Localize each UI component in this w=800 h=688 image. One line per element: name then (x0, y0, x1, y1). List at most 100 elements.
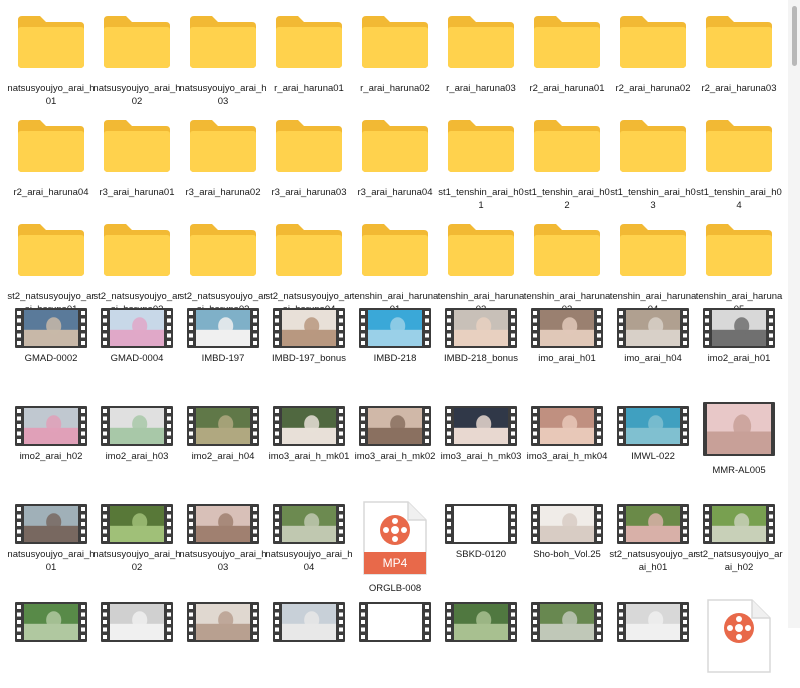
folder-item[interactable]: st2_natsusyoujyo_arai_haruna03 (179, 220, 267, 315)
folder-item[interactable]: natsusyoujyo_arai_h02 (93, 12, 181, 107)
folder-item[interactable]: tenshin_arai_haruna04 (610, 220, 696, 315)
file-item[interactable]: imo2_arai_h01 (696, 308, 782, 408)
folder-item[interactable]: st1_tenshin_arai_h02 (524, 116, 610, 211)
file-item[interactable] (438, 598, 524, 688)
folder-item[interactable]: tenshin_arai_haruna02 (438, 220, 524, 315)
file-name-label: SBKD-0120 (455, 549, 507, 560)
file-item[interactable]: imo_arai_h01 (524, 308, 610, 408)
file-item[interactable]: natsusyoujyo_arai_h04 (265, 500, 353, 590)
file-item[interactable]: imo2_arai_h02 (8, 402, 94, 492)
folder-icon (438, 12, 524, 70)
mp4-file-icon (696, 598, 782, 673)
folder-icon (266, 12, 352, 70)
scrollbar-thumb[interactable] (792, 6, 797, 66)
file-item[interactable]: imo2_arai_h03 (94, 402, 180, 492)
file-name-label: r_arai_haruna03 (446, 83, 516, 94)
folder-item[interactable]: r2_arai_haruna02 (610, 12, 696, 102)
file-item[interactable]: natsusyoujyo_arai_h03 (179, 500, 267, 590)
video-thumbnail-icon (180, 598, 266, 656)
folder-item[interactable]: r2_arai_haruna01 (524, 12, 610, 102)
file-item[interactable]: MP4 ORGLB-008 (352, 500, 438, 594)
file-name-label: GMAD-0002 (24, 353, 78, 364)
file-name-label: r_arai_haruna01 (274, 83, 344, 94)
file-item[interactable]: imo3_arai_h_mk03 (438, 402, 524, 492)
file-name-label: imo2_arai_h03 (105, 451, 169, 462)
file-name-label: r2_arai_haruna03 (701, 83, 777, 94)
file-item[interactable]: imo3_arai_h_mk04 (524, 402, 610, 492)
folder-item[interactable]: natsusyoujyo_arai_h01 (7, 12, 95, 107)
video-thumbnail-icon (610, 598, 696, 656)
file-item[interactable]: imo3_arai_h_mk01 (266, 402, 352, 492)
file-name-label: imo3_arai_h_mk01 (268, 451, 350, 462)
file-item[interactable]: GMAD-0004 (94, 308, 180, 408)
folder-item[interactable]: st1_tenshin_arai_h04 (696, 116, 782, 211)
file-item[interactable] (266, 598, 352, 688)
folder-item[interactable]: r2_arai_haruna03 (696, 12, 782, 102)
file-name-label: IMWL-022 (631, 451, 675, 462)
file-item[interactable] (8, 598, 94, 688)
folder-item[interactable]: tenshin_arai_haruna05 (696, 220, 782, 315)
folder-item[interactable]: tenshin_arai_haruna03 (524, 220, 610, 315)
file-item[interactable]: IMBD-197_bonus (266, 308, 352, 408)
file-item[interactable]: imo_arai_h04 (610, 308, 696, 408)
folder-item[interactable]: r_arai_haruna03 (438, 12, 524, 102)
folder-item[interactable]: r3_arai_haruna01 (94, 116, 180, 206)
folder-item[interactable]: st1_tenshin_arai_h03 (610, 116, 696, 211)
file-item[interactable] (610, 598, 696, 688)
file-item[interactable] (180, 598, 266, 688)
folder-item[interactable]: natsusyoujyo_arai_h03 (179, 12, 267, 107)
file-item[interactable]: SBKD-0120 (438, 500, 524, 590)
folder-icon (696, 12, 782, 70)
file-item[interactable]: st2_natsusyoujyo_arai_h02 (695, 500, 783, 590)
video-thumbnail-icon (438, 598, 524, 656)
folder-icon (180, 220, 266, 278)
folder-item[interactable]: st2_natsusyoujyo_arai_haruna01 (7, 220, 95, 315)
file-item[interactable]: natsusyoujyo_arai_h02 (93, 500, 181, 590)
folder-item[interactable]: r3_arai_haruna04 (352, 116, 438, 206)
file-item[interactable]: Sho-boh_Vol.25 (524, 500, 610, 590)
scrollbar-track[interactable] (788, 0, 800, 628)
file-name-label: IMBD-197_bonus (272, 353, 346, 364)
folder-item[interactable]: r3_arai_haruna03 (266, 116, 352, 206)
file-name-label: r2_arai_haruna02 (615, 83, 691, 94)
video-thumbnail-icon (266, 598, 352, 656)
file-item[interactable] (94, 598, 180, 688)
folder-icon (180, 116, 266, 174)
file-name-label: st2_natsusyoujyo_arai_h01 (609, 549, 697, 573)
folder-item[interactable]: st2_natsusyoujyo_arai_haruna04 (265, 220, 353, 315)
file-name-label: r2_arai_haruna04 (13, 187, 89, 198)
file-item[interactable]: IMBD-197 (180, 308, 266, 408)
folder-icon (610, 116, 696, 174)
folder-item[interactable]: tenshin_arai_haruna01 (352, 220, 438, 315)
file-item[interactable] (696, 598, 782, 688)
file-name-label: GMAD-0004 (110, 353, 164, 364)
mp4-badge: MP4 (382, 556, 408, 570)
file-name-label: r3_arai_haruna03 (271, 187, 347, 198)
file-item[interactable]: natsusyoujyo_arai_h01 (7, 500, 95, 590)
file-name-label: imo_arai_h01 (538, 353, 596, 364)
folder-item[interactable]: r_arai_haruna02 (352, 12, 438, 102)
file-item[interactable]: st2_natsusyoujyo_arai_h01 (609, 500, 697, 590)
folder-item[interactable]: r2_arai_haruna04 (8, 116, 94, 206)
file-item[interactable] (524, 598, 610, 688)
file-name-label: st2_natsusyoujyo_arai_h02 (695, 549, 783, 573)
file-name-label: natsusyoujyo_arai_h03 (179, 83, 267, 107)
file-item[interactable]: IMWL-022 (610, 402, 696, 492)
file-item[interactable]: imo2_arai_h04 (180, 402, 266, 492)
file-item[interactable] (352, 598, 438, 688)
folder-item[interactable]: r3_arai_haruna02 (180, 116, 266, 206)
file-item[interactable]: IMBD-218_bonus (438, 308, 524, 408)
file-name-label: Sho-boh_Vol.25 (533, 549, 601, 560)
file-item[interactable]: GMAD-0002 (8, 308, 94, 408)
file-item[interactable]: imo3_arai_h_mk02 (352, 402, 438, 492)
file-item[interactable]: IMBD-218 (352, 308, 438, 408)
file-item[interactable]: MMR-AL005 (696, 402, 782, 492)
file-name-label: st1_tenshin_arai_h03 (610, 187, 696, 211)
file-name-label: natsusyoujyo_arai_h04 (265, 549, 353, 573)
folder-icon (8, 220, 94, 278)
folder-item[interactable]: st1_tenshin_arai_h01 (438, 116, 524, 211)
file-name-label: IMBD-218 (373, 353, 417, 364)
folder-item[interactable]: st2_natsusyoujyo_arai_haruna02 (93, 220, 181, 315)
mp4-file-icon: MP4 (352, 500, 438, 575)
folder-item[interactable]: r_arai_haruna01 (266, 12, 352, 102)
